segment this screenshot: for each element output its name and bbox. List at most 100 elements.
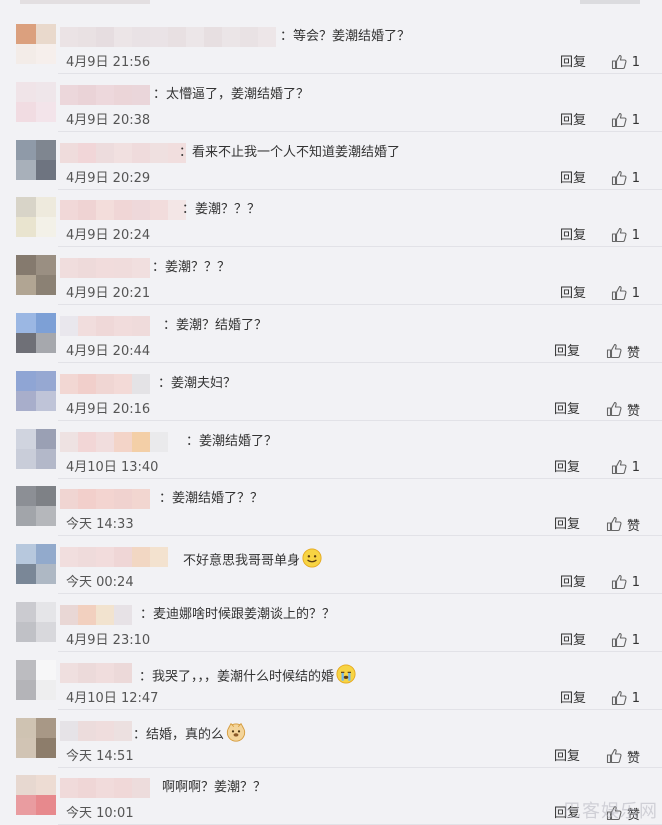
avatar[interactable]: [16, 429, 56, 469]
comment-time: 4月9日 20:24: [66, 228, 151, 243]
like-count: 1: [631, 459, 640, 475]
reply-button[interactable]: 回复: [560, 691, 586, 707]
comment-text-content: ：我哭了，，，姜潮什么时候结的婚: [139, 669, 335, 685]
avatar[interactable]: [16, 82, 56, 122]
thumbs-up-icon: [611, 459, 627, 475]
reply-button[interactable]: 回复: [560, 633, 586, 649]
like-button[interactable]: 1: [611, 458, 640, 476]
comment-text: ：结婚，真的么: [133, 722, 246, 748]
reply-button[interactable]: 回复: [554, 344, 580, 360]
comment-text-content: ：结婚，真的么: [133, 727, 225, 743]
thumbs-up-icon: [606, 516, 622, 532]
comment-text: ：我哭了，，，姜潮什么时候结的婚: [139, 664, 356, 690]
thumbs-up-icon: [611, 690, 627, 706]
comment-text: ：太懵逼了，姜潮结婚了？: [153, 86, 309, 104]
like-button[interactable]: 赞: [606, 515, 640, 534]
comment-text: ：姜潮？？？: [182, 201, 260, 219]
reply-button[interactable]: 回复: [560, 171, 586, 187]
avatar[interactable]: [16, 775, 56, 815]
like-count: 1: [631, 690, 640, 706]
comment-text-content: ：姜潮？？？: [182, 202, 261, 217]
like-button[interactable]: 赞: [606, 747, 640, 766]
avatar[interactable]: [16, 313, 56, 353]
comment-text: 啊啊啊？姜潮？？: [162, 779, 266, 797]
avatar[interactable]: [16, 718, 56, 758]
comment-text-content: ：姜潮结婚了？: [186, 434, 278, 449]
thumbs-up-icon: [606, 401, 622, 417]
previous-comment-actions: [580, 0, 640, 4]
avatar[interactable]: [16, 486, 56, 526]
avatar[interactable]: [16, 660, 56, 700]
doge-emoji-icon: [226, 722, 246, 748]
comment-text: ：姜潮夫妇？: [158, 375, 236, 393]
reply-button[interactable]: 回复: [560, 286, 586, 302]
comment-item: ：姜潮？结婚了？ 4月9日 20:44 回复 赞: [0, 305, 662, 363]
thumbs-up-icon: [611, 112, 627, 128]
comment-text: ：姜潮？？？: [152, 259, 230, 277]
comment-text: 不好意思我哥哥单身: [183, 548, 322, 574]
thumbs-up-icon: [606, 748, 622, 764]
like-button[interactable]: 赞: [606, 342, 640, 361]
avatar[interactable]: [16, 602, 56, 642]
comment-text: ：麦迪娜啥时候跟姜潮谈上的？？: [140, 606, 335, 624]
like-count: 1: [631, 285, 640, 301]
avatar[interactable]: [16, 544, 56, 584]
comment-item: ：姜潮夫妇？ 4月9日 20:16 回复 赞: [0, 363, 662, 421]
avatar[interactable]: [16, 140, 56, 180]
comment-time: 4月10日 13:40: [66, 460, 159, 475]
reply-button[interactable]: 回复: [560, 113, 586, 129]
thumbs-up-icon: [611, 285, 627, 301]
comment-time: 4月9日 20:38: [66, 113, 151, 128]
cry-emoji-icon: [336, 664, 356, 690]
comment-item: ：姜潮？？？ 4月9日 20:21 回复 1: [0, 247, 662, 305]
reply-button[interactable]: 回复: [554, 517, 580, 533]
comment-text: ：等会？姜潮结婚了？: [280, 28, 410, 46]
like-button[interactable]: 1: [611, 169, 640, 187]
smile-emoji-icon: [302, 548, 322, 574]
comment-item: ：姜潮结婚了？？ 今天 14:33 回复 赞: [0, 478, 662, 536]
previous-comment-fragment: [0, 0, 662, 6]
comment-text: ：姜潮结婚了？？: [159, 490, 263, 508]
comment-text: ：姜潮结婚了？: [186, 433, 277, 451]
comment-time: 4月9日 20:29: [66, 171, 151, 186]
comment-text: ：姜潮？结婚了？: [163, 317, 267, 335]
comment-time: 4月9日 23:10: [66, 633, 151, 648]
reply-button[interactable]: 回复: [560, 575, 586, 591]
comment-time: 4月9日 20:21: [66, 286, 151, 301]
like-count: 1: [631, 112, 640, 128]
like-button[interactable]: 1: [611, 689, 640, 707]
comment-text-content: ：太懵逼了，姜潮结婚了？: [153, 87, 310, 102]
comment-time: 4月10日 12:47: [66, 691, 159, 706]
comment-item: ：麦迪娜啥时候跟姜潮谈上的？？ 4月9日 23:10 回复 1: [0, 594, 662, 652]
thumbs-up-icon: [606, 343, 622, 359]
comment-text-content: ：姜潮夫妇？: [158, 376, 237, 391]
comment-text-content: 不好意思我哥哥单身: [183, 553, 301, 569]
comment-text: ：看来不止我一个人不知道姜潮结婚了: [179, 144, 400, 162]
reply-button[interactable]: 回复: [554, 402, 580, 418]
like-count: 赞: [626, 750, 640, 766]
previous-comment-time: [20, 0, 150, 4]
avatar[interactable]: [16, 255, 56, 295]
like-button[interactable]: 1: [611, 111, 640, 129]
like-count: 1: [631, 54, 640, 70]
comment-item: ：我哭了，，，姜潮什么时候结的婚 4月10日 12:47 回复 1: [0, 652, 662, 710]
reply-button[interactable]: 回复: [554, 749, 580, 765]
like-button[interactable]: 1: [611, 631, 640, 649]
like-count: 赞: [626, 403, 640, 419]
reply-button[interactable]: 回复: [560, 55, 586, 71]
comment-time: 4月9日 20:16: [66, 402, 151, 417]
comment-text-content: 啊啊啊？姜潮？？: [162, 780, 267, 795]
like-button[interactable]: 1: [611, 53, 640, 71]
like-button[interactable]: 1: [611, 284, 640, 302]
like-button[interactable]: 1: [611, 226, 640, 244]
like-button[interactable]: 赞: [606, 400, 640, 419]
thumbs-up-icon: [611, 632, 627, 648]
like-count: 1: [631, 170, 640, 186]
avatar[interactable]: [16, 24, 56, 64]
avatar[interactable]: [16, 371, 56, 411]
reply-button[interactable]: 回复: [554, 460, 580, 476]
like-button[interactable]: 1: [611, 573, 640, 591]
avatar[interactable]: [16, 197, 56, 237]
reply-button[interactable]: 回复: [560, 228, 586, 244]
thumbs-up-icon: [611, 574, 627, 590]
